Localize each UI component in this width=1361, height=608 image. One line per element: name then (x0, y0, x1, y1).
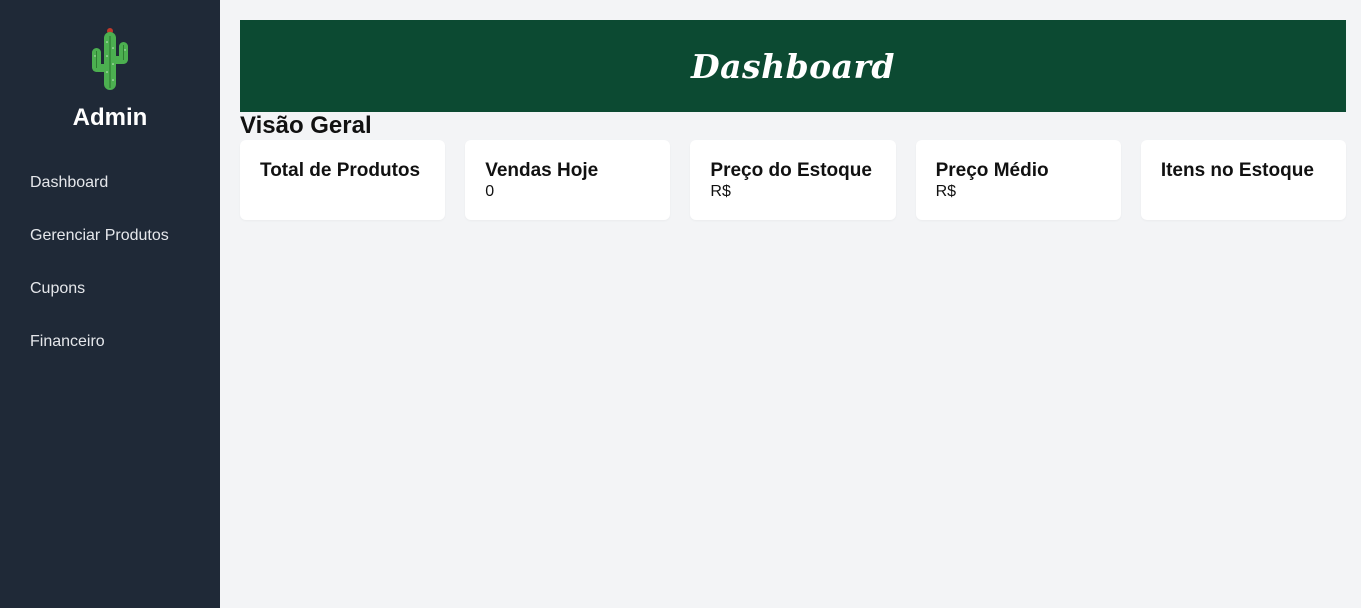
sidebar-nav: Dashboard Gerenciar Produtos Cupons Fina… (0, 156, 220, 368)
sidebar-item-dashboard[interactable]: Dashboard (0, 156, 220, 209)
sidebar-item-financeiro[interactable]: Financeiro (0, 315, 220, 368)
stat-card-value: R$ (935, 183, 957, 200)
sidebar-item-gerenciar-produtos[interactable]: Gerenciar Produtos (0, 209, 220, 262)
stat-card-title: Preço Médio (935, 160, 1049, 181)
stat-card-title: Preço do Estoque (710, 160, 872, 181)
page-title: Dashboard (691, 46, 895, 86)
stat-card-vendas-hoje: Vendas Hoje 0 (465, 140, 671, 220)
stat-card-title: Vendas Hoje (485, 160, 599, 181)
stat-card-title: Itens no Estoque (1160, 160, 1314, 181)
stat-card-preco-medio: Preço Médio R$ (915, 140, 1121, 220)
stat-card-value: 0 (485, 183, 495, 200)
brand: Admin (0, 0, 220, 132)
main-content: Dashboard Visão Geral Total de Produtos … (220, 0, 1361, 608)
header-banner: Dashboard (240, 20, 1346, 112)
stat-card-preco-estoque: Preço do Estoque R$ (690, 140, 896, 220)
stats-cards: Total de Produtos Vendas Hoje 0 Preço do… (240, 140, 1347, 220)
stat-card-value: R$ (710, 183, 731, 200)
sidebar: Admin Dashboard Gerenciar Produtos Cupon… (0, 0, 220, 608)
brand-title: Admin (72, 104, 148, 131)
app-layout: Admin Dashboard Gerenciar Produtos Cupon… (0, 0, 1361, 608)
stat-card-total-produtos: Total de Produtos (240, 140, 446, 220)
sidebar-item-cupons[interactable]: Cupons (0, 262, 220, 315)
stat-card-title: Total de Produtos (260, 160, 421, 181)
stat-card-itens-estoque: Itens no Estoque (1140, 140, 1347, 220)
cactus-icon (92, 28, 128, 90)
section-title: Visão Geral (240, 112, 372, 139)
